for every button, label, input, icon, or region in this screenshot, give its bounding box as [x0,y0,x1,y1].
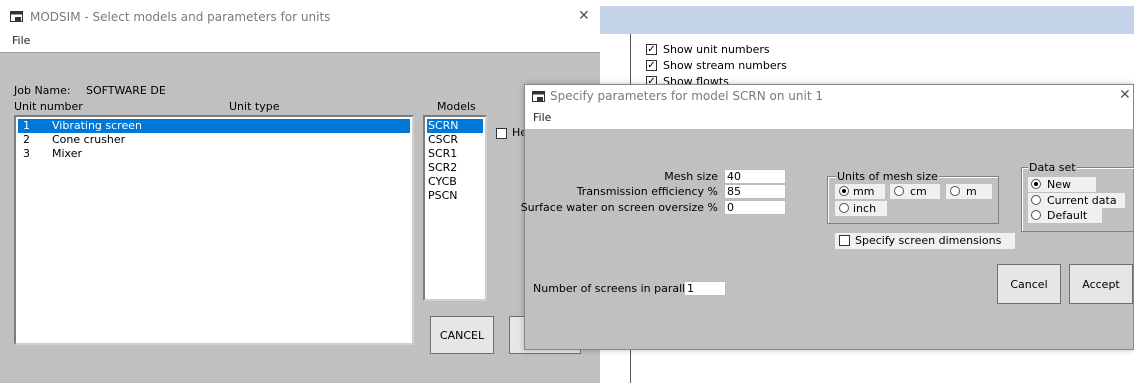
screens-parallel-label: Number of screens in parallel [533,282,696,295]
radio-default[interactable]: Default [1028,208,1102,223]
list-item[interactable]: 3 Mixer [18,147,410,161]
radio-default-label: Default [1047,209,1088,222]
radio-cm[interactable]: cm [890,184,940,199]
unit-number-header: Unit number [14,100,83,113]
radio-mm-label: mm [853,185,875,198]
radio-new[interactable]: New [1028,177,1096,192]
specify-screen-dimensions-option[interactable]: Specify screen dimensions [835,233,1015,249]
close-icon[interactable]: ✕ [1119,87,1131,103]
unit-type-header: Unit type [229,100,280,113]
units-group-label: Units of mesh size [836,170,939,183]
menu-file[interactable]: File [12,34,30,47]
job-name-label: Job Name: [14,84,71,97]
list-item[interactable]: SCR1 [427,147,483,161]
show-unit-numbers-checkbox[interactable]: ✓ [646,44,657,55]
radio-current-data[interactable]: Current data [1028,193,1125,208]
unit-number: 2 [23,133,30,146]
accept-button[interactable]: Accept [1069,264,1133,304]
list-item[interactable]: 1 Vibrating screen [18,119,410,133]
params-title: Specify parameters for model SCRN on uni… [550,89,823,103]
radio-current-data-circle[interactable] [1031,195,1041,205]
transmission-efficiency-label: Transmission efficiency % [576,185,718,198]
job-name-value: SOFTWARE DE [86,84,166,97]
transmission-efficiency-input[interactable]: 85 [724,184,786,199]
app-window-icon [532,91,545,102]
radio-m-label: m [966,185,977,198]
modsim-titlebar: MODSIM - Select models and parameters fo… [0,0,600,32]
unit-type: Vibrating screen [52,119,142,132]
list-item[interactable]: PSCN [427,189,483,203]
unit-number: 3 [23,147,30,160]
data-set-group-label: Data set [1028,161,1077,174]
specify-parameters-dialog: Specify parameters for model SCRN on uni… [520,84,1134,350]
show-stream-numbers-label: Show stream numbers [663,59,787,72]
radio-inch-label: inch [853,202,877,215]
list-item[interactable]: SCR2 [427,161,483,175]
unit-type: Cone crusher [52,133,126,146]
surface-water-label: Surface water on screen oversize % [520,201,718,214]
surface-water-input[interactable]: 0 [724,200,786,215]
show-stream-numbers-checkbox[interactable]: ✓ [646,60,657,71]
list-item[interactable]: SCRN [427,119,483,133]
partial-checkbox[interactable] [496,128,507,139]
radio-cm-label: cm [910,185,927,198]
background-titlebar [600,6,1134,34]
specify-screen-dimensions-checkbox[interactable] [839,235,850,246]
close-icon[interactable]: ✕ [578,8,590,24]
app-window-icon [10,11,23,22]
radio-new-circle[interactable] [1031,179,1041,189]
modsim-title: MODSIM - Select models and parameters fo… [30,10,331,24]
params-titlebar: Specify parameters for model SCRN on uni… [525,85,1133,107]
params-menubar: File [525,107,1133,129]
radio-current-data-label: Current data [1047,194,1117,207]
cancel-button[interactable]: CANCEL [430,316,494,354]
radio-m-circle[interactable] [950,186,960,196]
radio-inch[interactable]: inch [835,201,887,216]
models-list[interactable]: SCRN CSCR SCR1 SCR2 CYCB PSCN [423,115,487,301]
radio-inch-circle[interactable] [839,203,849,213]
modsim-body: Job Name: SOFTWARE DE Unit number Unit t… [0,52,600,383]
mesh-size-input[interactable]: 40 [724,169,786,184]
menu-file[interactable]: File [533,111,551,124]
radio-mm-circle[interactable] [839,186,849,196]
units-list[interactable]: 1 Vibrating screen 2 Cone crusher 3 Mixe… [14,115,414,345]
specify-screen-dimensions-label: Specify screen dimensions [855,234,1002,247]
unit-number: 1 [23,119,30,132]
list-item[interactable]: CSCR [427,133,483,147]
show-unit-numbers-label: Show unit numbers [663,43,770,56]
radio-m[interactable]: m [946,184,992,199]
modsim-menubar: File [0,32,600,52]
mesh-size-label: Mesh size [664,170,718,183]
screens-parallel-input[interactable]: 1 [684,281,726,296]
list-item[interactable]: 2 Cone crusher [18,133,410,147]
radio-default-circle[interactable] [1031,210,1041,220]
modsim-select-models-dialog: MODSIM - Select models and parameters fo… [0,0,600,383]
radio-cm-circle[interactable] [894,186,904,196]
unit-type: Mixer [52,147,83,160]
list-item[interactable]: CYCB [427,175,483,189]
models-header: Models [437,100,476,113]
cancel-button[interactable]: Cancel [997,264,1061,304]
radio-mm[interactable]: mm [835,184,885,199]
radio-new-label: New [1047,178,1071,191]
